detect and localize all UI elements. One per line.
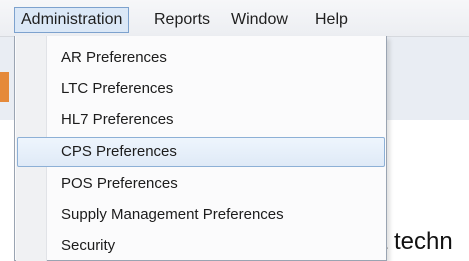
menu-help[interactable]: Help [309,7,354,33]
menu-administration[interactable]: Administration [14,7,130,33]
menu-item-label: CPS Preferences [61,143,177,160]
menu-reports[interactable]: Reports [148,7,216,33]
menu-item-pos-preferences[interactable]: POS Preferences [17,169,385,199]
administration-dropdown-menu: AR Preferences LTC Preferences HL7 Prefe… [14,36,387,261]
menu-item-label: POS Preferences [61,175,178,192]
application-window: a techn Administration Reports Window He… [0,0,469,261]
menu-item-label: AR Preferences [61,49,167,66]
menu-item-supply-management-preferences[interactable]: Supply Management Preferences [17,200,385,230]
orange-accent-bar [0,72,9,102]
menu-item-ar-preferences[interactable]: AR Preferences [17,43,385,73]
menu-item-security[interactable]: Security [17,231,385,261]
menu-bar: Administration Reports Window Help [0,0,469,37]
menu-item-cps-preferences[interactable]: CPS Preferences [17,137,385,167]
menu-item-label: HL7 Preferences [61,111,174,128]
menu-item-ltc-preferences[interactable]: LTC Preferences [17,74,385,104]
menu-window[interactable]: Window [225,7,294,33]
menu-item-hl7-preferences[interactable]: HL7 Preferences [17,105,385,135]
menu-item-label: Supply Management Preferences [61,206,284,223]
menu-item-label: Security [61,237,116,254]
menu-item-label: LTC Preferences [61,80,174,97]
